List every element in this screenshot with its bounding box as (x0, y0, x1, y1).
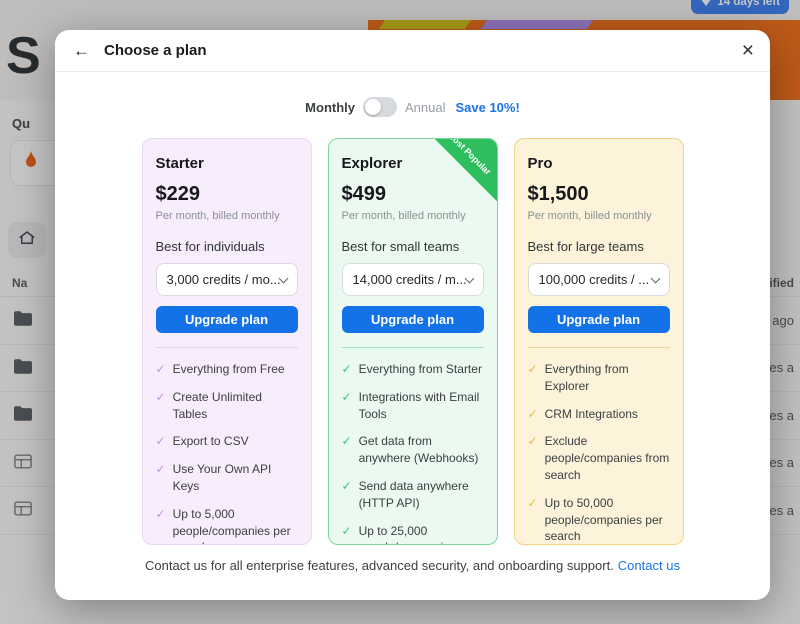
plan-feature: ✓ Create Unlimited Tables (156, 389, 298, 423)
feature-text: Exclude people/companies from search (545, 433, 670, 483)
chevron-down-icon (278, 273, 288, 283)
feature-text: Integrations with Email Tools (359, 389, 484, 423)
chevron-down-icon (650, 273, 660, 283)
plan-billing-note: Per month, billed monthly (528, 210, 670, 222)
check-icon: ✓ (156, 361, 166, 378)
check-icon: ✓ (342, 478, 352, 512)
plan-feature: ✓ Everything from Starter (342, 361, 484, 378)
plan-audience: Best for individuals (156, 239, 298, 254)
check-icon: ✓ (528, 433, 538, 483)
feature-text: Up to 25,000 people/companies per search (359, 523, 484, 545)
plan-feature: ✓ Use Your Own API Keys (156, 461, 298, 495)
app-page: 14 days left S Qu Na modified r ago nute… (0, 0, 800, 624)
upgrade-plan-button[interactable]: Upgrade plan (528, 306, 670, 333)
plan-name: Pro (528, 155, 670, 172)
plan-feature: ✓ Up to 5,000 people/companies per searc… (156, 506, 298, 545)
billing-toggle[interactable] (363, 97, 397, 117)
feature-text: Everything from Starter (359, 361, 482, 378)
plan-feature: ✓ Everything from Explorer (528, 361, 670, 395)
billing-toggle-row: Monthly Annual Save 10%! (55, 97, 770, 117)
feature-text: Up to 5,000 people/companies per search (173, 506, 298, 545)
plan-feature: ✓ Send data anywhere (HTTP API) (342, 478, 484, 512)
plan-audience: Best for small teams (342, 239, 484, 254)
check-icon: ✓ (156, 506, 166, 545)
credits-select[interactable]: 3,000 credits / mo... (156, 263, 298, 296)
check-icon: ✓ (156, 389, 166, 423)
plan-card-pro: Pro $1,500 Per month, billed monthly Bes… (514, 138, 684, 545)
plan-feature: ✓ Get data from anywhere (Webhooks) (342, 433, 484, 467)
plan-billing-note: Per month, billed monthly (156, 210, 298, 222)
choose-plan-modal: ← Choose a plan × Monthly Annual Save 10… (55, 30, 770, 600)
plan-divider (342, 347, 484, 348)
plan-divider (156, 347, 298, 348)
feature-text: Export to CSV (173, 433, 249, 450)
check-icon: ✓ (528, 495, 538, 545)
check-icon: ✓ (342, 433, 352, 467)
contact-us-link[interactable]: Contact us (618, 558, 680, 573)
plan-feature: ✓ Everything from Free (156, 361, 298, 378)
plan-feature: ✓ Up to 50,000 people/companies per sear… (528, 495, 670, 545)
feature-text: Get data from anywhere (Webhooks) (359, 433, 484, 467)
feature-text: Use Your Own API Keys (173, 461, 298, 495)
plan-divider (528, 347, 670, 348)
check-icon: ✓ (156, 461, 166, 495)
plan-price: $499 (342, 183, 484, 206)
plan-price: $229 (156, 183, 298, 206)
credits-select[interactable]: 14,000 credits / m... (342, 263, 484, 296)
plan-feature: ✓ Up to 25,000 people/companies per sear… (342, 523, 484, 545)
upgrade-plan-button[interactable]: Upgrade plan (342, 306, 484, 333)
back-button[interactable]: ← (71, 41, 92, 61)
annual-label: Annual (405, 100, 445, 115)
upgrade-plan-button[interactable]: Upgrade plan (156, 306, 298, 333)
feature-text: Send data anywhere (HTTP API) (359, 478, 484, 512)
save-promo-label: Save 10%! (455, 100, 519, 115)
close-button[interactable]: × (742, 40, 754, 61)
feature-text: Everything from Explorer (545, 361, 670, 395)
monthly-label: Monthly (305, 100, 355, 115)
chevron-down-icon (464, 273, 474, 283)
check-icon: ✓ (342, 361, 352, 378)
credits-selected-value: 100,000 credits / ... (539, 272, 650, 287)
toggle-knob (365, 99, 381, 115)
modal-header: ← Choose a plan × (55, 30, 770, 72)
plan-card-explorer: Most Popular Explorer $499 Per month, bi… (328, 138, 498, 545)
modal-title: Choose a plan (104, 42, 207, 59)
feature-text: CRM Integrations (545, 406, 638, 423)
plan-card-starter: Starter $229 Per month, billed monthly B… (142, 138, 312, 545)
plan-cards-row: Starter $229 Per month, billed monthly B… (55, 138, 770, 545)
feature-text: Everything from Free (173, 361, 285, 378)
credits-selected-value: 3,000 credits / mo... (167, 272, 280, 287)
plan-audience: Best for large teams (528, 239, 670, 254)
footer-text: Contact us for all enterprise features, … (145, 558, 614, 573)
credits-selected-value: 14,000 credits / m... (353, 272, 466, 287)
plan-feature: ✓ CRM Integrations (528, 406, 670, 423)
plan-name: Starter (156, 155, 298, 172)
check-icon: ✓ (528, 406, 538, 423)
check-icon: ✓ (156, 433, 166, 450)
plan-feature: ✓ Exclude people/companies from search (528, 433, 670, 483)
plan-billing-note: Per month, billed monthly (342, 210, 484, 222)
plan-feature: ✓ Export to CSV (156, 433, 298, 450)
plan-feature: ✓ Integrations with Email Tools (342, 389, 484, 423)
plan-price: $1,500 (528, 183, 670, 206)
check-icon: ✓ (342, 523, 352, 545)
credits-select[interactable]: 100,000 credits / ... (528, 263, 670, 296)
feature-text: Create Unlimited Tables (173, 389, 298, 423)
check-icon: ✓ (342, 389, 352, 423)
feature-text: Up to 50,000 people/companies per search (545, 495, 670, 545)
modal-footer: Contact us for all enterprise features, … (55, 558, 770, 573)
check-icon: ✓ (528, 361, 538, 395)
